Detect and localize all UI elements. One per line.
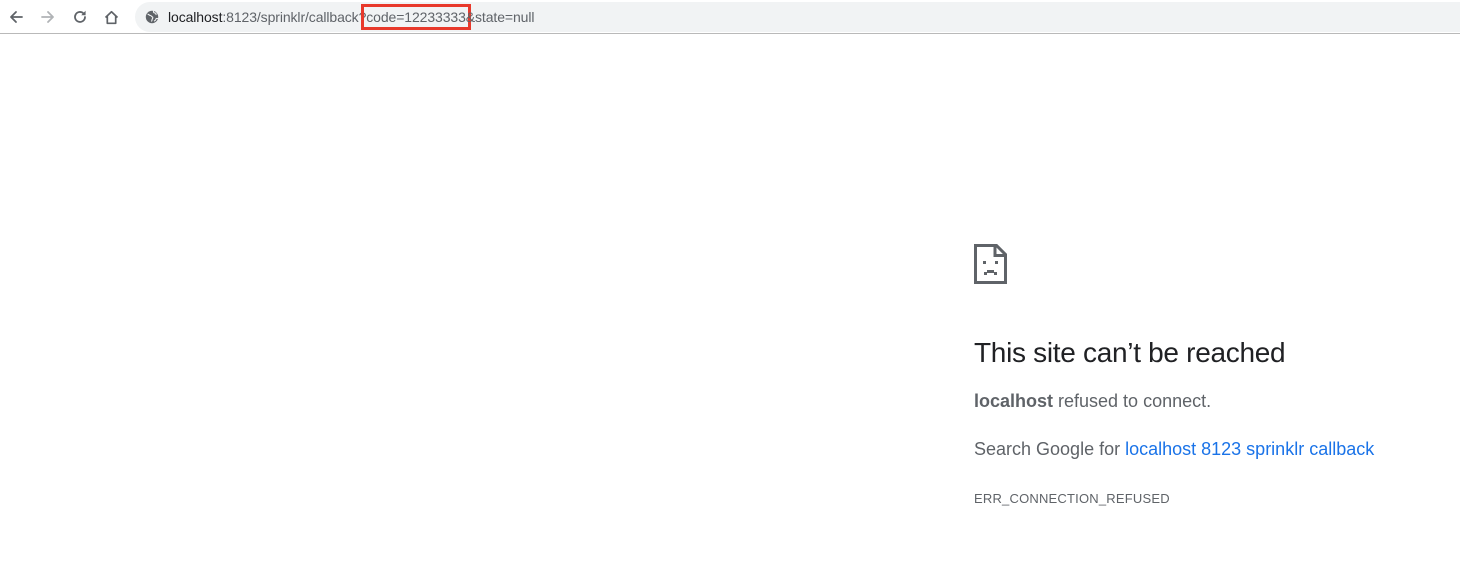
home-icon: [104, 10, 118, 24]
globe-icon[interactable]: [145, 10, 159, 24]
error-host: localhost: [974, 391, 1054, 411]
error-code: ERR_CONNECTION_REFUSED: [974, 491, 1170, 506]
error-message: refused to connect.: [1053, 391, 1212, 411]
search-suggestion: Search Google for localhost 8123 sprinkl…: [974, 438, 1374, 460]
address-bar[interactable]: localhost:8123/sprinklr/callback?code=12…: [135, 2, 1460, 32]
reload-icon: [74, 10, 86, 23]
error-title: This site can’t be reached: [974, 337, 1286, 368]
url-query-rest: &state=null: [465, 9, 535, 25]
reload-button[interactable]: [66, 3, 94, 31]
forward-button[interactable]: [34, 3, 62, 31]
url-path: :8123/sprinklr/callback?: [222, 9, 367, 25]
error-description: localhost refused to connect.: [974, 390, 1211, 412]
search-google-link[interactable]: localhost 8123 sprinklr callback: [1125, 439, 1374, 459]
highlighted-code-param: code=12233333: [361, 4, 471, 30]
back-arrow-icon: [10, 11, 23, 23]
back-button[interactable]: [2, 3, 30, 31]
forward-arrow-icon: [41, 11, 54, 23]
home-button[interactable]: [97, 3, 125, 31]
url-host: localhost: [168, 9, 223, 25]
browser-toolbar: localhost:8123/sprinklr/callback?code=12…: [0, 0, 1460, 34]
url-text[interactable]: localhost:8123/sprinklr/callback?code=12…: [168, 4, 535, 30]
sad-page-icon: [974, 244, 1007, 284]
search-suggestion-prefix: Search Google for: [974, 439, 1126, 459]
